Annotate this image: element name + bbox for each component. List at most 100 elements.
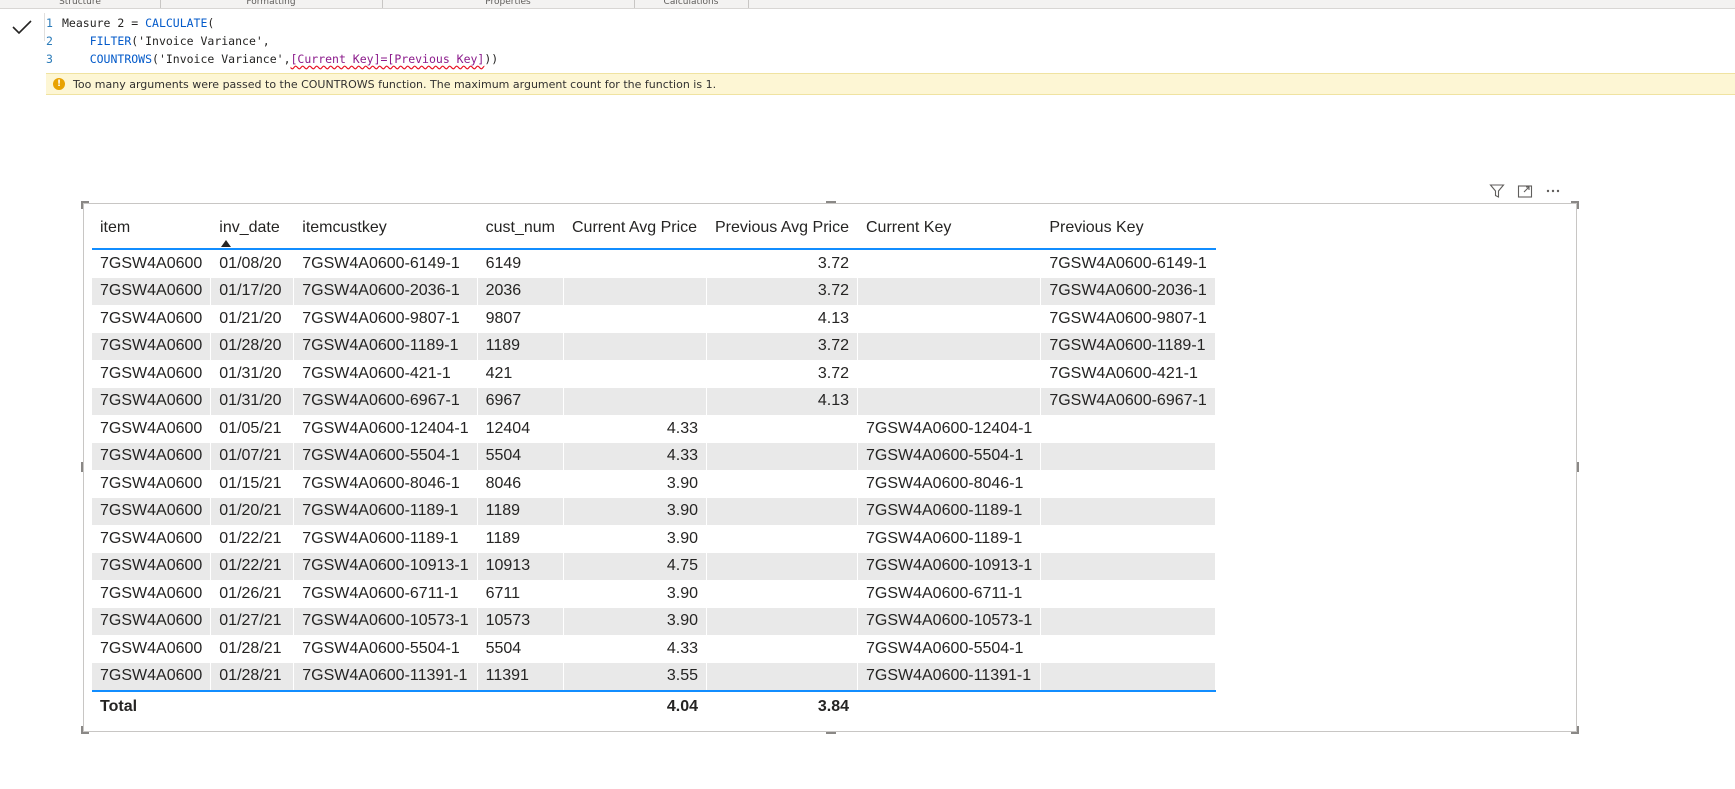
cell-cust-num: 5504 bbox=[477, 635, 564, 663]
cell-current-avg-price: 4.33 bbox=[563, 415, 707, 443]
cell-current-avg-price bbox=[563, 277, 707, 305]
ribbon-group-structure[interactable]: Structure bbox=[0, 0, 161, 8]
cell-current-avg-price: 3.55 bbox=[563, 662, 707, 691]
cell-previous-avg-price bbox=[706, 552, 858, 580]
table-row[interactable]: 7GSW4A0600 01/15/21 7GSW4A0600-8046-1 8046 3… bbox=[92, 470, 1216, 498]
cell-previous-key bbox=[1040, 607, 1216, 635]
table-row[interactable]: 7GSW4A0600 01/22/21 7GSW4A0600-1189-1 1189 3… bbox=[92, 525, 1216, 553]
cell-itemcustkey: 7GSW4A0600-6149-1 bbox=[293, 249, 478, 278]
cell-current-key bbox=[857, 387, 1042, 415]
cell-current-avg-price bbox=[563, 249, 707, 278]
cell-itemcustkey: 7GSW4A0600-421-1 bbox=[293, 360, 478, 388]
resize-handle[interactable] bbox=[826, 201, 836, 203]
resize-handle[interactable] bbox=[81, 201, 83, 209]
resize-handle[interactable] bbox=[81, 726, 83, 734]
cell-current-avg-price: 3.90 bbox=[563, 470, 707, 498]
cell-cust-num: 421 bbox=[477, 360, 564, 388]
dax-formula-editor[interactable]: 1 Measure 2 = CALCULATE( 2 FILTER('Invoic… bbox=[46, 14, 1735, 74]
cell-cust-num: 11391 bbox=[477, 662, 564, 691]
cell-previous-key bbox=[1040, 525, 1216, 553]
table-row[interactable]: 7GSW4A0600 01/28/20 7GSW4A0600-1189-1 1189 3… bbox=[92, 332, 1216, 360]
table-row[interactable]: 7GSW4A0600 01/07/21 7GSW4A0600-5504-1 5504 4… bbox=[92, 442, 1216, 470]
filter-args: ('Invoice Variance', bbox=[131, 34, 270, 48]
cell-current-key: 7GSW4A0600-10913-1 bbox=[857, 552, 1042, 580]
more-options-icon[interactable] bbox=[1544, 182, 1562, 200]
column-header-item[interactable]: item bbox=[92, 208, 212, 250]
total-label: Total bbox=[92, 690, 212, 722]
table-row[interactable]: 7GSW4A0600 01/08/20 7GSW4A0600-6149-1 6149 3… bbox=[92, 249, 1216, 278]
table-row[interactable]: 7GSW4A0600 01/31/20 7GSW4A0600-6967-1 6967 4… bbox=[92, 387, 1216, 415]
error-message: Too many arguments were passed to the CO… bbox=[73, 77, 717, 91]
table-row[interactable]: 7GSW4A0600 01/21/20 7GSW4A0600-9807-1 9807 4… bbox=[92, 305, 1216, 333]
total-cell bbox=[857, 690, 1042, 722]
cell-previous-key: 7GSW4A0600-9807-1 bbox=[1040, 305, 1216, 333]
cell-inv-date: 01/17/20 bbox=[210, 277, 295, 305]
cell-item: 7GSW4A0600 bbox=[92, 552, 212, 580]
cell-item: 7GSW4A0600 bbox=[92, 662, 212, 691]
column-header-itemcustkey[interactable]: itemcustkey bbox=[293, 208, 478, 250]
column-header-cust-num[interactable]: cust_num bbox=[477, 208, 564, 250]
cell-inv-date: 01/28/21 bbox=[210, 635, 295, 663]
line-number: 2 bbox=[46, 34, 53, 48]
cell-previous-key bbox=[1040, 470, 1216, 498]
table-row[interactable]: 7GSW4A0600 01/17/20 7GSW4A0600-2036-1 2036 3… bbox=[92, 277, 1216, 305]
cell-current-avg-price: 4.33 bbox=[563, 442, 707, 470]
cell-previous-key bbox=[1040, 497, 1216, 525]
column-header-current-key[interactable]: Current Key bbox=[857, 208, 1042, 250]
cell-inv-date: 01/26/21 bbox=[210, 580, 295, 608]
cell-current-avg-price: 3.90 bbox=[563, 580, 707, 608]
table-row[interactable]: 7GSW4A0600 01/22/21 7GSW4A0600-10913-1 1091… bbox=[92, 552, 1216, 580]
cell-previous-avg-price bbox=[706, 580, 858, 608]
resize-handle[interactable] bbox=[826, 732, 836, 734]
cell-inv-date: 01/27/21 bbox=[210, 607, 295, 635]
sort-ascending-icon bbox=[221, 240, 232, 247]
table-row[interactable]: 7GSW4A0600 01/28/21 7GSW4A0600-11391-1 1139… bbox=[92, 662, 1216, 691]
cell-current-key: 7GSW4A0600-6711-1 bbox=[857, 580, 1042, 608]
column-header-previous-avg-price[interactable]: Previous Avg Price bbox=[706, 208, 858, 250]
commit-checkmark-icon bbox=[12, 20, 32, 35]
table-row[interactable]: 7GSW4A0600 01/27/21 7GSW4A0600-10573-1 1057… bbox=[92, 607, 1216, 635]
line-number: 3 bbox=[46, 52, 53, 66]
cell-previous-key bbox=[1040, 552, 1216, 580]
resize-handle[interactable] bbox=[1577, 726, 1579, 734]
ribbon-group-formatting[interactable]: Formatting bbox=[160, 0, 383, 8]
table-row[interactable]: 7GSW4A0600 01/28/21 7GSW4A0600-5504-1 5504 4… bbox=[92, 635, 1216, 663]
cell-previous-avg-price bbox=[706, 442, 858, 470]
focus-mode-icon[interactable] bbox=[1516, 182, 1534, 200]
cell-item: 7GSW4A0600 bbox=[92, 415, 212, 443]
filter-icon[interactable] bbox=[1488, 182, 1506, 200]
commit-formula-button[interactable] bbox=[0, 13, 45, 41]
table-row[interactable]: 7GSW4A0600 01/31/20 7GSW4A0600-421-1 421 3.7… bbox=[92, 360, 1216, 388]
visual-header bbox=[1488, 182, 1562, 200]
table-row[interactable]: 7GSW4A0600 01/05/21 7GSW4A0600-12404-1 1240… bbox=[92, 415, 1216, 443]
column-header-previous-key[interactable]: Previous Key bbox=[1040, 208, 1216, 250]
ribbon-group-calculations[interactable]: Calculations bbox=[634, 0, 749, 8]
cell-item: 7GSW4A0600 bbox=[92, 305, 212, 333]
cell-previous-avg-price bbox=[706, 662, 858, 691]
cell-item: 7GSW4A0600 bbox=[92, 387, 212, 415]
cell-cust-num: 5504 bbox=[477, 442, 564, 470]
table-row[interactable]: 7GSW4A0600 01/26/21 7GSW4A0600-6711-1 6711 3… bbox=[92, 580, 1216, 608]
cell-previous-avg-price bbox=[706, 607, 858, 635]
column-header-current-avg-price[interactable]: Current Avg Price bbox=[563, 208, 707, 250]
table-row[interactable]: 7GSW4A0600 01/20/21 7GSW4A0600-1189-1 1189 3… bbox=[92, 497, 1216, 525]
cell-previous-avg-price: 4.13 bbox=[706, 305, 858, 333]
cell-item: 7GSW4A0600 bbox=[92, 360, 212, 388]
cell-current-avg-price: 3.90 bbox=[563, 525, 707, 553]
cell-current-key: 7GSW4A0600-11391-1 bbox=[857, 662, 1042, 691]
cell-cust-num: 2036 bbox=[477, 277, 564, 305]
cell-previous-avg-price: 3.72 bbox=[706, 249, 858, 278]
table-visual[interactable]: item inv_date itemcustkey cust_num Curre… bbox=[81, 201, 1579, 734]
cell-item: 7GSW4A0600 bbox=[92, 277, 212, 305]
column-header-inv-date[interactable]: inv_date bbox=[210, 208, 295, 250]
open-paren: ( bbox=[207, 16, 215, 30]
resize-handle[interactable] bbox=[81, 462, 83, 472]
total-cell bbox=[293, 690, 478, 722]
resize-handle[interactable] bbox=[1577, 462, 1579, 472]
ribbon-group-properties[interactable]: Properties bbox=[382, 0, 635, 8]
cell-inv-date: 01/07/21 bbox=[210, 442, 295, 470]
cell-cust-num: 1189 bbox=[477, 497, 564, 525]
resize-handle[interactable] bbox=[1577, 201, 1579, 209]
cell-previous-avg-price bbox=[706, 415, 858, 443]
cell-current-key: 7GSW4A0600-12404-1 bbox=[857, 415, 1042, 443]
